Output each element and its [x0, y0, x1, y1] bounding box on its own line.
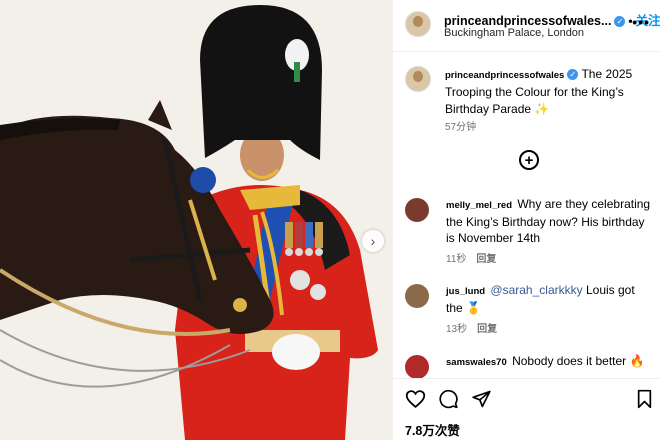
comment-text: Nobody does it better	[512, 354, 627, 368]
comment-username[interactable]: jus_lund	[446, 286, 485, 297]
comment-body: jus_lund @sarah_clarkkky Louis got the 🥇	[446, 282, 653, 316]
fire-emoji: 🔥	[629, 354, 645, 368]
location-link[interactable]: Buckingham Palace, London	[444, 27, 584, 39]
caption-timestamp: 57分钟	[445, 122, 477, 133]
plus-circle-icon[interactable]: +	[519, 150, 539, 170]
bookmark-icon[interactable]	[636, 389, 653, 409]
heart-icon[interactable]	[405, 389, 426, 409]
owner-avatar[interactable]	[405, 11, 431, 37]
medal-emoji: 🥇	[466, 301, 481, 315]
comment-icon[interactable]	[438, 389, 459, 409]
caption-text-block: princeandprincessofwales ✓ The 2025 Troop…	[445, 66, 650, 118]
comment-body: melly_mel_red Why are they celebrating t…	[446, 196, 653, 246]
comment-time: 11秒	[446, 254, 467, 265]
send-icon[interactable]	[471, 389, 492, 409]
next-image-button[interactable]: ›	[362, 230, 384, 252]
sparkle-emoji: ✨	[534, 102, 550, 116]
likes-count[interactable]: 7.8万次赞	[405, 420, 460, 439]
caption-avatar[interactable]	[405, 66, 431, 92]
comment-username[interactable]: samswales70	[446, 357, 507, 368]
comment-avatar[interactable]	[405, 198, 429, 222]
more-horizontal-icon[interactable]: •••	[632, 14, 650, 30]
comment-avatar[interactable]	[405, 284, 429, 308]
comment-body: samswales70 Nobody does it better 🔥	[446, 353, 653, 371]
comment-mention[interactable]: @sarah_clarkkky	[490, 283, 582, 297]
reply-button[interactable]: 回复	[477, 324, 497, 335]
guardsman-horse-image	[0, 0, 393, 440]
post-header: princeandprincessofwales... ✓ • 关注 Buckingh…	[393, 0, 660, 52]
header-username[interactable]: princeandprincessofwales...	[444, 14, 611, 28]
comment-meta: 11秒 回复	[446, 250, 496, 265]
post-side-panel: princeandprincessofwales... ✓ • 关注 Buckingh…	[393, 0, 660, 440]
reply-button[interactable]: 回复	[476, 254, 496, 265]
post-photo: ›	[0, 0, 393, 440]
caption-username[interactable]: princeandprincessofwales	[445, 70, 564, 81]
verified-badge-icon: ✓	[567, 69, 579, 80]
verified-badge-icon: ✓	[614, 16, 626, 27]
action-bar	[393, 378, 660, 418]
comment-username[interactable]: melly_mel_red	[446, 200, 512, 211]
comment-time: 13秒	[446, 324, 468, 335]
comment-avatar[interactable]	[405, 355, 429, 379]
comment-meta: 13秒 回复	[446, 320, 497, 335]
